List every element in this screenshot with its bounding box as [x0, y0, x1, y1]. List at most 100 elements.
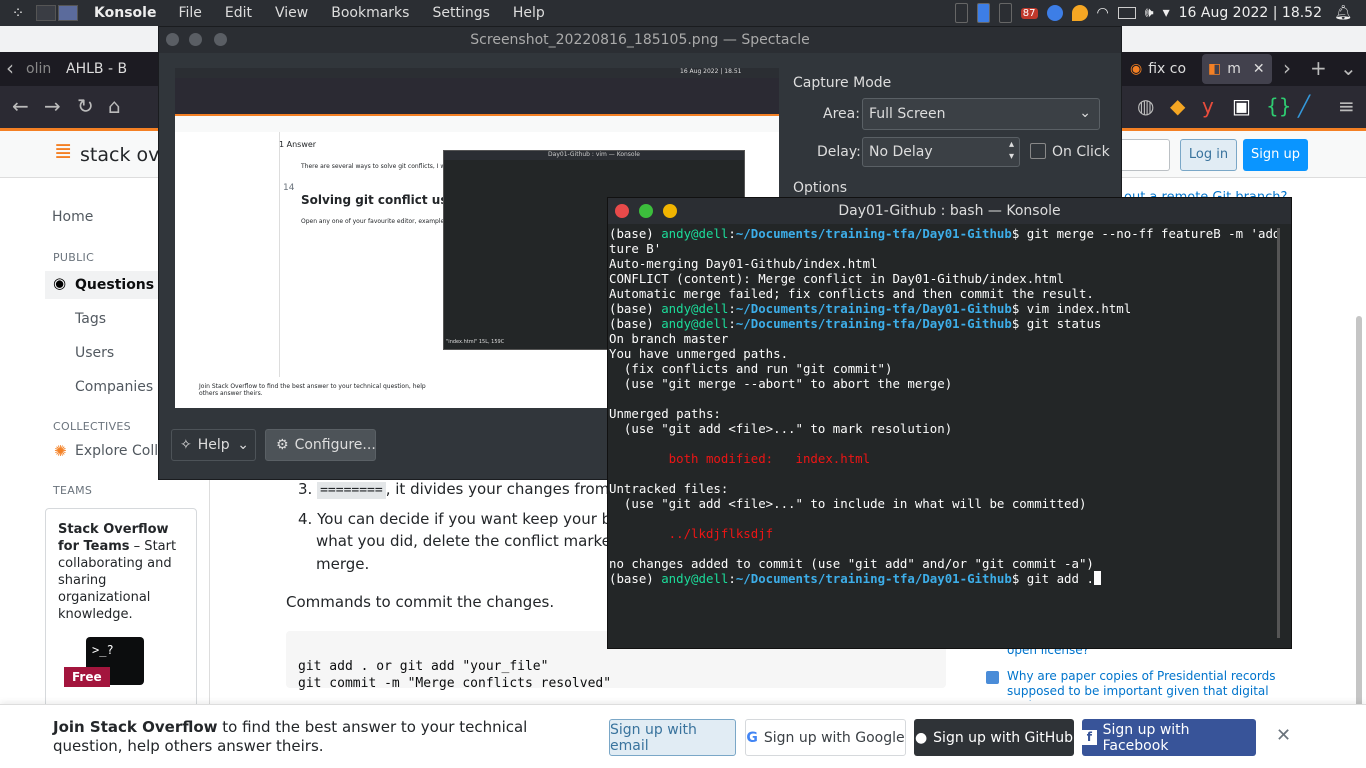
close-button[interactable] [615, 204, 629, 218]
browser-tab[interactable]: ◉ fix co [1130, 54, 1200, 84]
workspace-2[interactable] [58, 5, 78, 21]
nav-section-teams: TEAMS [53, 484, 93, 497]
tab-scroll-left-icon[interactable]: ‹ [6, 56, 14, 80]
reload-icon[interactable]: ↻ [77, 94, 94, 118]
terminal-line: Auto-merging Day01-Github/index.html [609, 256, 878, 271]
back-icon[interactable]: ← [12, 94, 29, 118]
task-slot-active[interactable] [976, 3, 990, 23]
menu-bookmarks[interactable]: Bookmarks [331, 5, 409, 21]
new-tab-icon[interactable]: + [1310, 56, 1327, 80]
terminal-line: (use "git add <file>..." to mark resolut… [609, 421, 953, 436]
browser-tab[interactable]: olin [26, 54, 66, 84]
nav-section-public: PUBLIC [53, 251, 95, 264]
home-icon[interactable]: ⌂ [108, 94, 121, 118]
notifications-icon[interactable]: 🔔︎ [1334, 5, 1352, 21]
workspace-1[interactable] [36, 5, 56, 21]
system-tray: 87 ◠ 🕪 ▾ 16 Aug 2022 | 18.52 🔔︎ [954, 0, 1366, 26]
close-tab-icon[interactable]: ✕ [1253, 61, 1265, 77]
github-icon: ● [914, 729, 928, 746]
delay-spinbox[interactable]: No Delay ▴ ▾ [862, 137, 1020, 167]
terminal-cursor [1093, 571, 1101, 585]
app-launcher-icon[interactable]: ⁘ [0, 4, 36, 22]
keyboard-layout-icon[interactable] [1117, 7, 1136, 19]
signup-google-button[interactable]: G Sign up with Google [745, 719, 906, 756]
area-select[interactable]: Full Screen ⌄ [862, 98, 1100, 130]
preview-vote-count: 14 [283, 183, 295, 193]
hot-question-link[interactable]: Why are paper copies of Presidential rec… [1007, 669, 1287, 701]
spin-arrows-icon[interactable]: ▴ ▾ [1009, 139, 1014, 163]
gear-icon: ⚙ [276, 437, 289, 453]
preview-open-text: Open any one of your favourite editor, e… [301, 218, 447, 225]
free-badge: Free [64, 667, 110, 687]
menu-view[interactable]: View [275, 5, 308, 21]
answer-step-4: You can decide if you want keep your bra… [317, 510, 645, 528]
so-logo-icon[interactable]: ≣ [54, 139, 72, 164]
terminal-scrollbar[interactable] [1277, 228, 1280, 638]
terminal-line: Untracked files: [609, 481, 729, 496]
terminal-output[interactable]: (base) andy@dell:~/Documents/training-tf… [609, 226, 1277, 646]
terminal-line: (base) andy@dell:~/Documents/training-tf… [609, 301, 1132, 316]
terminal-line: (base) andy@dell:~/Documents/training-tf… [609, 226, 1277, 241]
terminal-line: ../lkdjflksdjf [609, 526, 774, 541]
signup-github-button[interactable]: ● Sign up with GitHub [914, 719, 1074, 756]
delay-label: Delay: [817, 144, 861, 160]
extension-icon[interactable]: ╱ [1298, 94, 1310, 118]
maximize-button[interactable] [214, 33, 227, 46]
menu-help[interactable]: Help [513, 5, 545, 21]
signup-email-button[interactable]: Sign up with email [609, 719, 736, 756]
answer-step-4-line3: merge. [316, 555, 370, 573]
night-color-icon[interactable] [1071, 5, 1088, 21]
nav-tags[interactable]: Tags [75, 311, 106, 327]
extension-icon[interactable]: {} [1266, 94, 1291, 118]
task-slot[interactable] [998, 3, 1012, 23]
signup-button[interactable]: Sign up [1243, 139, 1308, 171]
extension-icon[interactable]: ◆ [1170, 94, 1185, 118]
options-heading: Options [793, 180, 848, 196]
login-button[interactable]: Log in [1180, 139, 1237, 171]
minimize-button[interactable] [189, 33, 202, 46]
maximize-button[interactable] [639, 204, 653, 218]
browser-tab[interactable]: AHLB - B [66, 54, 156, 84]
volume-icon[interactable]: 🕪 [1145, 5, 1154, 21]
terminal-line: ture B' [609, 241, 662, 256]
nav-users[interactable]: Users [75, 345, 114, 361]
nav-home[interactable]: Home [52, 209, 93, 225]
close-button[interactable] [166, 33, 179, 46]
configure-button[interactable]: ⚙ Configure... [265, 429, 376, 461]
on-click-checkbox[interactable] [1030, 143, 1046, 159]
konsole-title: Day01-Github : bash — Konsole [838, 203, 1061, 219]
tab-scroll-right-icon[interactable]: › [1283, 56, 1291, 80]
forward-icon[interactable]: → [44, 94, 61, 118]
area-label: Area: [823, 106, 860, 122]
updates-icon[interactable] [1046, 5, 1063, 21]
task-slot[interactable] [954, 3, 968, 23]
globe-icon[interactable]: ◍ [1137, 94, 1154, 118]
preview-panel-date: 16 Aug 2022 | 18.51 [680, 68, 742, 75]
spectacle-title: Screenshot_20220816_185105.png — Spectac… [470, 32, 810, 48]
signup-facebook-button[interactable]: f Sign up with Facebook [1082, 719, 1256, 756]
tray-expand-icon[interactable]: ▾ [1163, 5, 1170, 21]
menu-settings[interactable]: Settings [432, 5, 489, 21]
nav-companies[interactable]: Companies [75, 379, 153, 395]
minimize-button[interactable] [663, 204, 677, 218]
clock[interactable]: 16 Aug 2022 | 18.52 [1179, 5, 1322, 21]
extension-icon[interactable]: ▣ [1232, 94, 1251, 118]
preview-vim-title: Day01-Github : vim — Konsole [444, 151, 744, 160]
on-click-label[interactable]: On Click [1052, 144, 1110, 160]
page-scrollbar[interactable] [1356, 316, 1362, 708]
help-button[interactable]: ✧ Help ⌄ [171, 429, 256, 461]
capture-mode-heading: Capture Mode [793, 75, 892, 91]
extension-icon[interactable]: y [1202, 94, 1214, 118]
browser-tab-active[interactable]: ◧ m ✕ [1202, 54, 1272, 84]
menu-edit[interactable]: Edit [225, 5, 252, 21]
commit-instructions: Commands to commit the changes. [286, 593, 555, 611]
wifi-icon[interactable]: ◠ [1097, 5, 1109, 21]
battery-badge-icon[interactable]: 87 [1020, 7, 1038, 19]
app-menu-icon[interactable]: ≡ [1338, 94, 1355, 118]
menu-file[interactable]: File [178, 5, 201, 21]
tab-list-icon[interactable]: ⌄ [1340, 56, 1357, 80]
active-app-name: Konsole [94, 5, 157, 21]
close-icon[interactable]: ✕ [1276, 725, 1291, 746]
